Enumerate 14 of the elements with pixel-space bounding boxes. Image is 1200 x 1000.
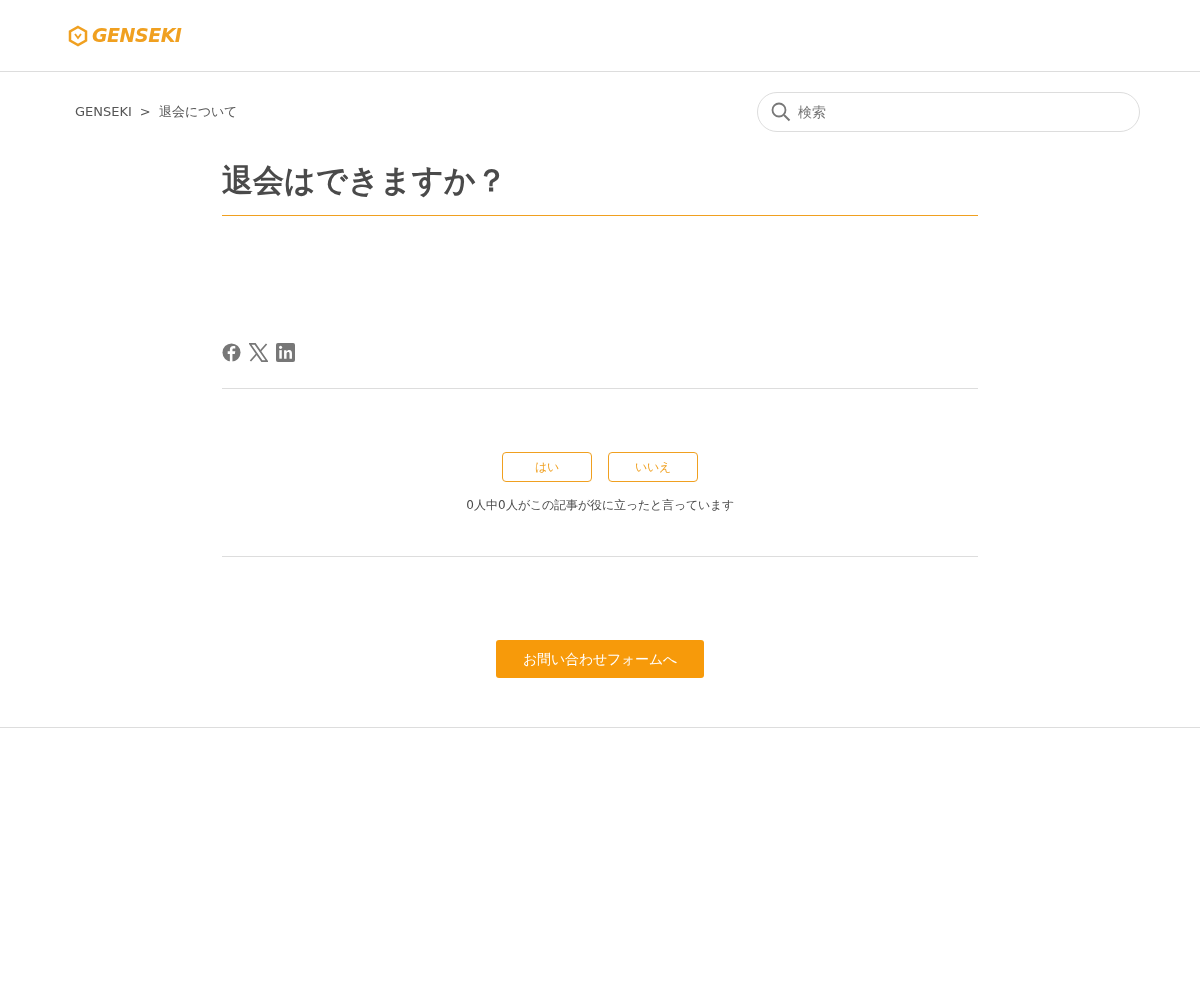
breadcrumb-link[interactable]: 退会について <box>158 102 237 122</box>
breadcrumb-separator: > <box>139 103 151 122</box>
vote-summary: 0人中0人がこの記事が役に立ったと言っています <box>465 497 735 515</box>
x-logo-icon[interactable] <box>249 343 268 363</box>
contact-form-button[interactable]: お問い合わせフォームへ <box>496 640 704 679</box>
breadcrumb-link[interactable]: GENSEKI <box>75 102 132 122</box>
hexagon-logo-icon <box>68 24 88 47</box>
facebook-icon[interactable] <box>222 343 241 363</box>
article-title: 退会はできますか？ <box>222 132 978 217</box>
genseki-logo[interactable]: GENSEKI <box>68 21 182 50</box>
vote-button[interactable]: はい <box>502 452 592 483</box>
vote-button[interactable]: いいえ <box>608 452 698 483</box>
linkedin-icon[interactable] <box>276 343 295 363</box>
search-field[interactable]: 検索 <box>757 92 1140 132</box>
